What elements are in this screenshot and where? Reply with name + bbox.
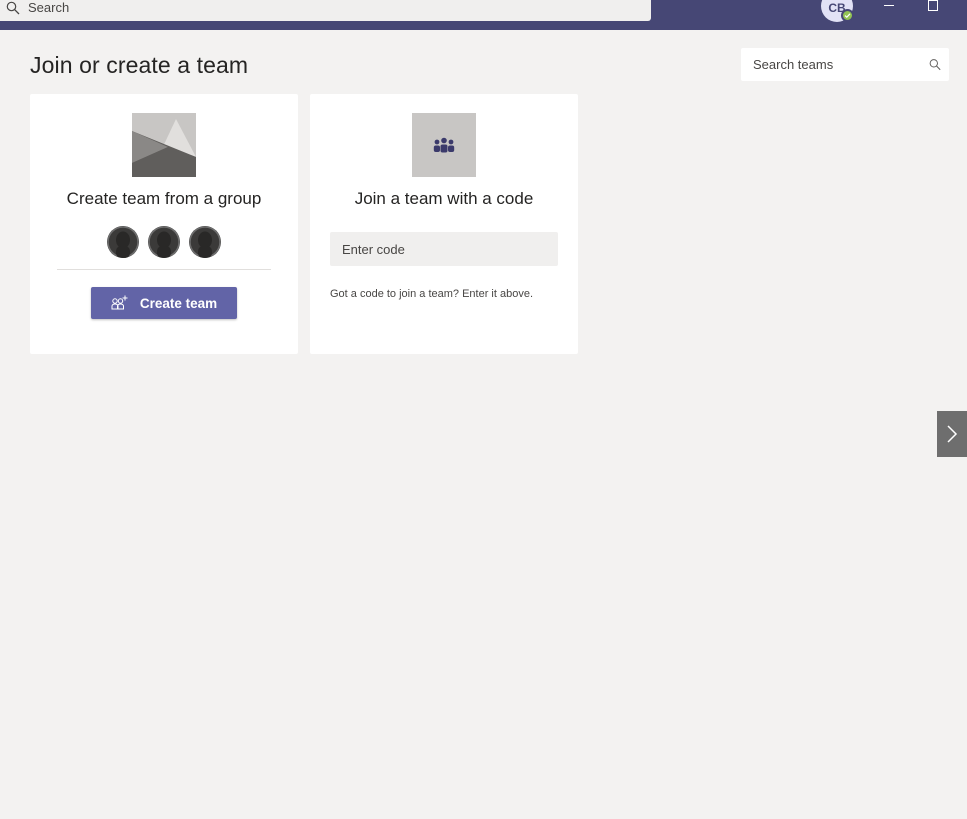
group-image-icon <box>132 113 196 177</box>
join-code-hint: Got a code to join a team? Enter it abov… <box>330 288 534 300</box>
maximize-icon <box>928 0 938 11</box>
join-with-code-card: Join a team with a code Got a code to jo… <box>310 94 578 354</box>
people-icon <box>412 113 476 177</box>
create-team-label: Create team <box>139 295 218 311</box>
minimize-icon <box>884 5 894 6</box>
search-icon[interactable] <box>929 57 941 72</box>
create-from-group-card: Create team from a group Create team <box>30 94 298 354</box>
card-divider <box>57 269 271 270</box>
member-avatars <box>107 226 221 258</box>
create-team-button[interactable]: Create team <box>91 287 237 319</box>
chevron-right-icon <box>947 425 958 443</box>
add-people-icon <box>111 295 128 310</box>
join-with-code-title: Join a team with a code <box>354 189 534 208</box>
team-code-input[interactable] <box>330 232 558 266</box>
title-bar: Search CB <box>0 0 967 30</box>
member-avatar <box>189 226 221 258</box>
member-avatar <box>148 226 180 258</box>
expand-panel-button[interactable] <box>937 411 967 457</box>
team-search-box[interactable] <box>741 48 949 81</box>
page-title: Join or create a team <box>30 52 249 78</box>
maximize-button[interactable] <box>923 0 943 14</box>
global-search-box[interactable]: Search <box>0 0 651 21</box>
search-icon <box>6 1 20 15</box>
global-search-placeholder: Search <box>28 0 70 15</box>
create-from-group-title: Create team from a group <box>66 189 262 208</box>
presence-available-icon <box>841 9 854 22</box>
member-avatar <box>107 226 139 258</box>
team-search-input[interactable] <box>753 57 929 72</box>
minimize-button[interactable] <box>879 0 899 14</box>
